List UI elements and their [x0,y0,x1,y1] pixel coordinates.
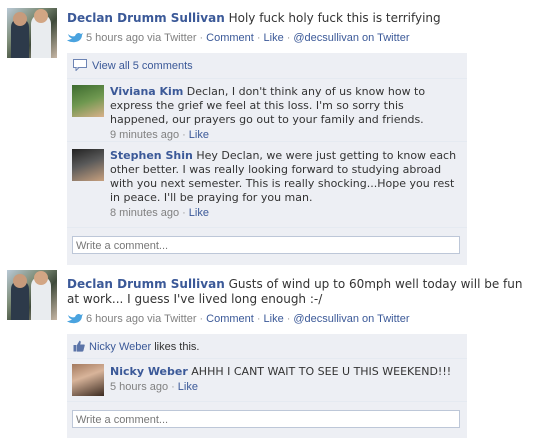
comment-like-link[interactable]: Like [189,207,209,219]
comment-link[interactable]: Comment [206,313,254,325]
thumbs-up-icon [73,340,85,352]
twitter-bird-icon [67,313,83,324]
comment-meta: 9 minutes ago · Like [110,128,461,142]
author-name-link[interactable]: Declan Drumm Sullivan [67,11,225,25]
comment-like-link[interactable]: Like [189,129,209,141]
comment-meta: 5 hours ago · Like [110,380,461,394]
comment-time: 5 hours ago [110,381,169,393]
liker-name-link[interactable]: Nicky Weber [89,341,151,353]
commenter-name-link[interactable]: Stephen Shin [110,149,193,162]
author-avatar[interactable] [7,270,57,320]
write-comment-row: Write a comment... [67,402,467,438]
commenter-avatar[interactable] [72,364,104,396]
meta-separator: · [286,313,291,325]
view-all-comments-row[interactable]: View all 5 comments [67,53,467,79]
view-all-comments-link[interactable]: View all 5 comments [92,60,193,72]
comment-time: 9 minutes ago [110,129,180,141]
comment-input[interactable]: Write a comment... [72,410,460,428]
story-via: via Twitter [147,313,197,325]
commenter-name-link[interactable]: Viviana Kim [110,85,183,98]
comment-bubble-icon [73,59,87,71]
twitter-bird-icon [67,32,83,43]
feedback-box: Nicky Weber likes this. Nicky Weber AHHH… [67,334,467,438]
story-meta: 6 hours ago via Twitter · Comment · Like · @de… [67,312,410,326]
comment-item: Nicky Weber AHHH I CANT WAIT TO SEE U TH… [67,359,467,402]
comment-link[interactable]: Comment [206,32,254,44]
meta-separator: · [256,32,261,44]
twitter-handle-link[interactable]: @decsullivan on Twitter [293,313,409,325]
meta-separator: · [182,129,186,141]
comment-input[interactable]: Write a comment... [72,236,460,254]
comment-meta: 8 minutes ago · Like [110,206,461,220]
meta-separator: · [171,381,175,393]
twitter-handle-link[interactable]: @decsullivan on Twitter [293,32,409,44]
author-avatar[interactable] [7,8,57,58]
story-via: via Twitter [147,32,197,44]
feedback-box: View all 5 comments Viviana Kim Declan, … [67,53,467,265]
story-time[interactable]: 5 hours ago [86,32,144,44]
commenter-name-link[interactable]: Nicky Weber [110,365,188,378]
commenter-avatar[interactable] [72,85,104,117]
meta-separator: · [256,313,261,325]
meta-separator: · [286,32,291,44]
like-link[interactable]: Like [264,313,284,325]
comment-body: Nicky Weber AHHH I CANT WAIT TO SEE U TH… [110,365,461,394]
meta-separator: · [182,207,186,219]
author-name-link[interactable]: Declan Drumm Sullivan [67,277,225,291]
comment-item: Stephen Shin Hey Declan, we were just ge… [67,142,467,228]
comment-time: 8 minutes ago [110,207,180,219]
meta-separator: · [199,32,204,44]
story-time[interactable]: 6 hours ago [86,313,144,325]
story-message-line: Declan Drumm Sullivan Gusts of wind up t… [67,277,536,307]
like-link[interactable]: Like [264,32,284,44]
comment-text: AHHH I CANT WAIT TO SEE U THIS WEEKEND!!… [191,365,452,378]
write-comment-row: Write a comment... [67,228,467,265]
story-meta: 5 hours ago via Twitter · Comment · Like · @de… [67,31,410,45]
commenter-avatar[interactable] [72,149,104,181]
comment-body: Viviana Kim Declan, I don't think any of… [110,85,461,142]
comment-body: Stephen Shin Hey Declan, we were just ge… [110,149,461,220]
story-message-line: Declan Drumm Sullivan Holy fuck holy fuc… [67,11,536,26]
comment-like-link[interactable]: Like [178,381,198,393]
likes-suffix: likes this. [154,341,200,353]
meta-separator: · [199,313,204,325]
likes-row: Nicky Weber likes this. [67,334,467,359]
comment-item: Viviana Kim Declan, I don't think any of… [67,79,467,142]
story-message: Holy fuck holy fuck this is terrifying [228,11,441,25]
